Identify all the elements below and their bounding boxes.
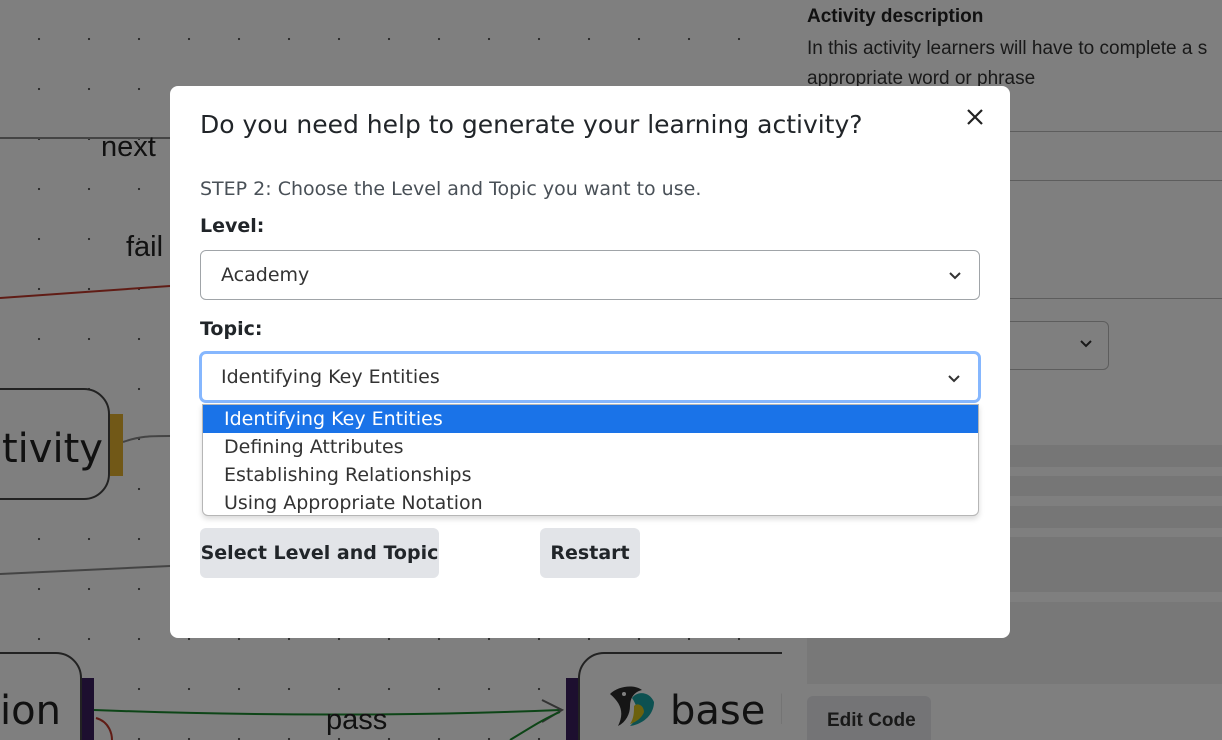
modal-title: Do you need help to generate your learni… bbox=[200, 110, 863, 139]
topic-option[interactable]: Establishing Relationships bbox=[203, 461, 978, 489]
restart-button[interactable]: Restart bbox=[540, 528, 640, 578]
chevron-down-icon bbox=[948, 375, 960, 383]
topic-option[interactable]: Defining Attributes bbox=[203, 433, 978, 461]
close-icon bbox=[967, 109, 983, 125]
topic-label: Topic: bbox=[200, 318, 263, 340]
step-instruction: STEP 2: Choose the Level and Topic you w… bbox=[200, 178, 702, 200]
topic-select-value: Identifying Key Entities bbox=[221, 366, 440, 388]
topic-option[interactable]: Identifying Key Entities bbox=[203, 405, 978, 433]
topic-option[interactable]: Using Appropriate Notation bbox=[203, 489, 978, 515]
activity-help-modal: Do you need help to generate your learni… bbox=[170, 86, 1010, 638]
chevron-down-icon bbox=[949, 272, 961, 280]
topic-options-list: Identifying Key Entities Defining Attrib… bbox=[202, 404, 979, 516]
topic-select[interactable]: Identifying Key Entities bbox=[200, 352, 980, 402]
level-select-value: Academy bbox=[221, 264, 310, 286]
level-select[interactable]: Academy bbox=[200, 250, 980, 300]
close-button[interactable] bbox=[962, 104, 988, 130]
select-level-topic-button[interactable]: Select Level and Topic bbox=[200, 528, 439, 578]
level-label: Level: bbox=[200, 215, 265, 237]
